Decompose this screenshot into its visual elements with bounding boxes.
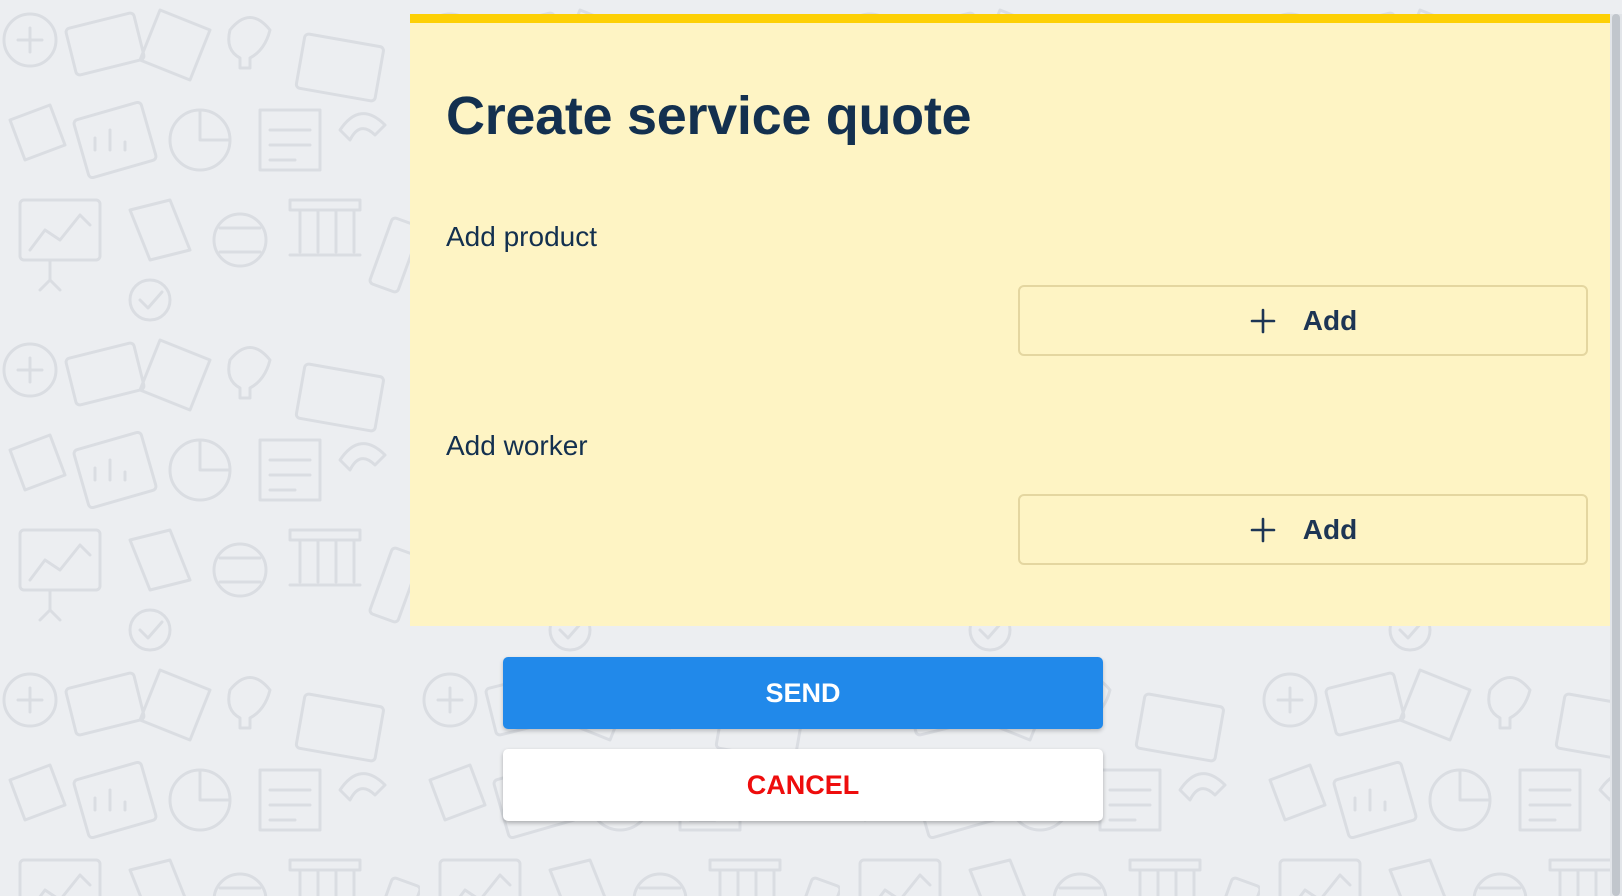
scrollbar-thumb[interactable]	[1612, 14, 1620, 896]
send-button[interactable]: SEND	[503, 657, 1103, 729]
add-worker-button-label: Add	[1302, 513, 1358, 545]
add-product-button[interactable]: Add	[1018, 285, 1588, 356]
plus-icon	[1250, 517, 1276, 542]
vertical-scrollbar[interactable]	[1610, 14, 1622, 896]
page-title: Create service quote	[446, 86, 972, 146]
cancel-button[interactable]: CANCEL	[503, 749, 1103, 821]
add-product-label: Add product	[446, 221, 597, 252]
add-product-button-label: Add	[1302, 304, 1358, 336]
quote-form-card: Create service quote Add product Add Add…	[410, 14, 1610, 626]
add-worker-button[interactable]: Add	[1018, 494, 1588, 565]
plus-icon	[1250, 308, 1276, 333]
add-worker-label: Add worker	[446, 430, 588, 461]
